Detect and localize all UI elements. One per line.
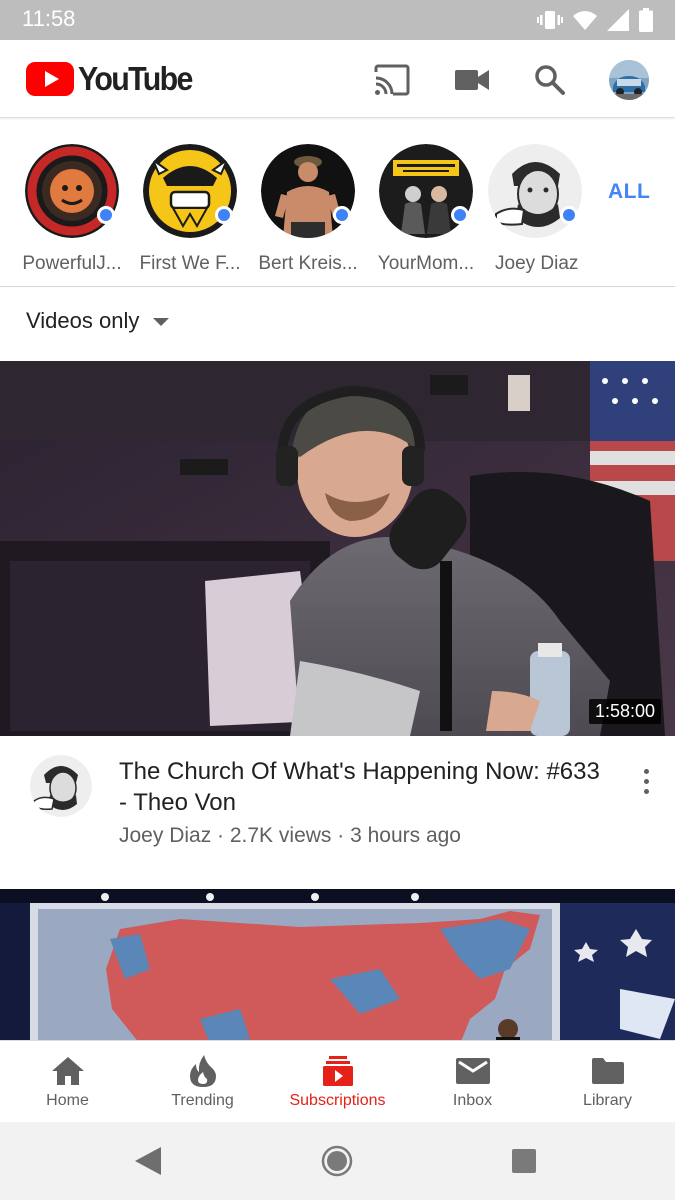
system-navigation-bar (0, 1122, 675, 1200)
filter-label: Videos only (26, 308, 140, 333)
election-map-thumbnail-image (0, 889, 675, 1044)
nav-home-label: Home (46, 1092, 89, 1109)
vibrate-icon (537, 11, 563, 29)
subscriptions-icon (320, 1055, 356, 1087)
nav-trending[interactable]: Trending (135, 1041, 270, 1123)
video-thumbnail[interactable]: 1:58:00 (0, 361, 675, 736)
subscribed-channels: PowerfulJ... First We F... Bert Kreis...… (0, 119, 675, 287)
home-system-button[interactable] (321, 1145, 353, 1177)
video-camera-icon (455, 70, 489, 90)
nav-library-label: Library (583, 1092, 632, 1109)
cast-button[interactable] (372, 60, 412, 100)
back-triangle-icon (135, 1147, 161, 1175)
signal-icon (607, 9, 629, 31)
cast-icon (374, 64, 410, 96)
channel-name: First We F... (139, 253, 241, 274)
channel-item[interactable]: Joey Diaz (485, 144, 585, 275)
channel-name: PowerfulJ... (22, 253, 122, 274)
flame-icon (185, 1055, 221, 1087)
video-meta: Joey Diaz · 2.7K views · 3 hours ago (119, 824, 461, 847)
kebab-dot-icon (643, 778, 649, 784)
video-duration: 1:58:00 (588, 699, 661, 724)
new-content-dot (333, 206, 351, 224)
bottom-navigation: Home Trending Subscriptions Inbox Librar… (0, 1040, 675, 1122)
nav-inbox-label: Inbox (452, 1092, 493, 1109)
youtube-play-logo-icon (26, 62, 74, 96)
nav-library[interactable]: Library (540, 1041, 675, 1123)
channel-name: Joey Diaz (495, 253, 579, 274)
mail-icon (455, 1055, 491, 1087)
account-avatar[interactable] (609, 60, 649, 100)
video-thumbnail[interactable] (0, 889, 675, 1044)
nav-subscriptions[interactable]: Subscriptions (270, 1041, 405, 1123)
youtube-logo[interactable]: YouTube (26, 60, 202, 98)
new-content-dot (560, 206, 578, 224)
status-bar: 11:58 (0, 0, 675, 40)
all-channels-link[interactable]: ALL (608, 180, 650, 204)
podcast-studio-thumbnail-image (0, 361, 675, 736)
status-icons (537, 8, 653, 32)
video-channel-avatar[interactable] (30, 755, 92, 817)
nav-trending-label: Trending (171, 1092, 234, 1109)
new-content-dot (215, 206, 233, 224)
wifi-icon (573, 11, 597, 30)
channel-item[interactable]: Bert Kreis... (249, 144, 367, 275)
search-icon (535, 65, 565, 95)
channel-item[interactable]: PowerfulJ... (13, 144, 131, 275)
app-bar: YouTube (0, 40, 675, 118)
video-info: The Church Of What's Happening Now: #633… (0, 736, 675, 886)
kebab-dot-icon (643, 768, 649, 774)
folder-icon (590, 1055, 626, 1087)
nav-home[interactable]: Home (0, 1041, 135, 1123)
nav-inbox[interactable]: Inbox (405, 1041, 540, 1123)
dropdown-caret-icon (153, 318, 170, 326)
channel-name: YourMom... (377, 253, 475, 274)
channel-name: Bert Kreis... (258, 253, 358, 274)
content-filter-dropdown[interactable]: Videos only (26, 306, 170, 336)
back-button[interactable] (132, 1145, 164, 1177)
home-circle-icon (321, 1145, 353, 1177)
recents-button[interactable] (508, 1145, 540, 1177)
new-content-dot (97, 206, 115, 224)
battery-icon (639, 8, 653, 32)
account-avatar-image (609, 60, 649, 100)
recents-square-icon (512, 1149, 536, 1173)
nav-subscriptions-label: Subscriptions (289, 1092, 386, 1109)
joey-diaz-avatar-icon (30, 755, 92, 817)
kebab-dot-icon (643, 788, 649, 794)
app-title: YouTube (78, 60, 193, 97)
channel-item[interactable]: YourMom... (367, 144, 485, 275)
home-icon (50, 1055, 86, 1087)
channel-item[interactable]: First We F... (131, 144, 249, 275)
video-title[interactable]: The Church Of What's Happening Now: #633… (119, 756, 609, 818)
new-content-dot (451, 206, 469, 224)
search-button[interactable] (530, 60, 570, 100)
camera-button[interactable] (452, 60, 492, 100)
more-options-button[interactable] (632, 764, 660, 798)
status-time: 11:58 (22, 6, 76, 31)
